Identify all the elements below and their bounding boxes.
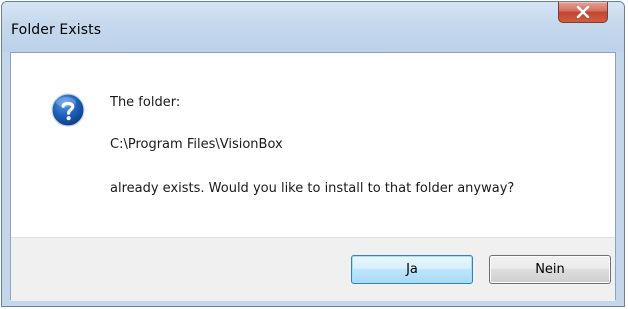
yes-button[interactable]: Ja xyxy=(351,255,473,284)
message-line-1: The folder: xyxy=(110,95,181,110)
dialog-body: The folder: C:\Program Files\VisionBox a… xyxy=(10,52,616,301)
button-bar: Ja Nein xyxy=(11,237,615,301)
close-icon xyxy=(559,2,607,22)
title-bar[interactable]: Folder Exists xyxy=(2,2,624,52)
message-line-3: already exists. Would you like to instal… xyxy=(110,181,515,196)
message-area: The folder: C:\Program Files\VisionBox a… xyxy=(11,53,615,237)
window-title: Folder Exists xyxy=(11,22,102,38)
no-button[interactable]: Nein xyxy=(489,255,611,284)
question-icon xyxy=(51,93,85,127)
folder-path: C:\Program Files\VisionBox xyxy=(110,137,283,152)
close-button[interactable] xyxy=(558,2,608,23)
dialog-window: Folder Exists The folder: C:\Program Fil… xyxy=(1,1,625,307)
